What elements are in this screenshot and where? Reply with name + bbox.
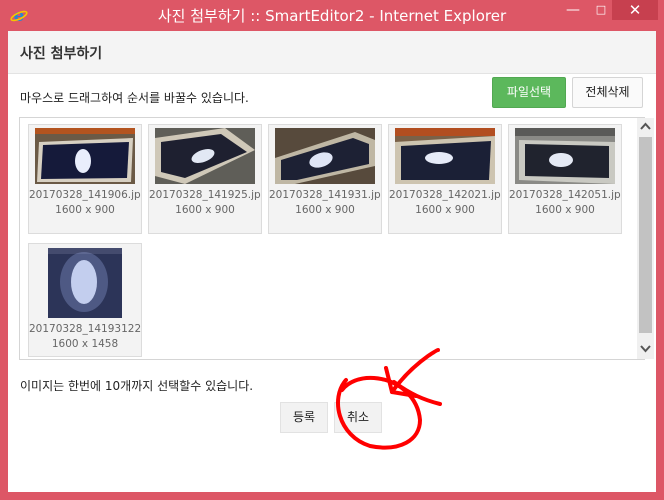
photo-thumbnail[interactable]: 20170328_142051.jpg 1600 x 900 (508, 124, 622, 234)
photo-thumbnail[interactable]: 20170328_141931.jpg 1600 x 900 (268, 124, 382, 234)
photo-filename: 20170328_141925.jpg (149, 189, 261, 201)
photo-dimensions: 1600 x 900 (295, 204, 355, 216)
photo-dimensions: 1600 x 900 (55, 204, 115, 216)
photo-dimensions: 1600 x 900 (535, 204, 595, 216)
photo-grid: 20170328_141906.jpg 1600 x 900 20170328_… (19, 117, 654, 360)
upload-limit-note: 이미지는 한번에 10개까지 선택할수 있습니다. (20, 379, 254, 393)
photo-image (35, 128, 135, 184)
photo-dimensions: 1600 x 1458 (51, 338, 119, 350)
photo-thumbnail[interactable]: 20170328_14193122.jpg 1600 x 1458 (28, 243, 142, 357)
photo-image (515, 128, 615, 184)
photo-image (275, 128, 375, 184)
cancel-button[interactable]: 취소 (334, 402, 382, 433)
photo-filename: 20170328_141906.jpg (29, 189, 141, 201)
photo-thumbnail[interactable]: 20170328_141925.jpg 1600 x 900 (148, 124, 262, 234)
dialog-header: 사진 첨부하기 (8, 31, 656, 74)
maximize-button[interactable]: □ (588, 0, 614, 20)
scrollbar-thumb[interactable] (639, 137, 652, 333)
file-select-button[interactable]: 파일선택 (492, 77, 566, 108)
photo-image (395, 128, 495, 184)
chevron-up-icon[interactable] (637, 118, 654, 135)
photo-image (48, 248, 122, 318)
delete-all-button[interactable]: 전체삭제 (572, 77, 643, 108)
dialog-title: 사진 첨부하기 (20, 46, 103, 62)
photo-dimensions: 1600 x 900 (415, 204, 475, 216)
minimize-button[interactable]: — (560, 0, 586, 20)
photo-thumbnail[interactable]: 20170328_142021.jpg 1600 x 900 (388, 124, 502, 234)
register-button[interactable]: 등록 (280, 402, 328, 433)
chevron-down-icon[interactable] (637, 340, 654, 357)
photo-filename: 20170328_141931.jpg (269, 189, 381, 201)
title-bar: e 사진 첨부하기 :: SmartEditor2 - Internet Exp… (0, 0, 664, 31)
browser-window: e 사진 첨부하기 :: SmartEditor2 - Internet Exp… (0, 0, 664, 500)
photo-filename: 20170328_14193122.jpg (29, 323, 141, 335)
photo-filename: 20170328_142051.jpg (509, 189, 621, 201)
dialog-body: 사진 첨부하기 마우스로 드래그하여 순서를 바꿀수 있습니다. 파일선택 전체… (8, 31, 656, 492)
photo-image (155, 128, 255, 184)
photo-thumbnail[interactable]: 20170328_141906.jpg 1600 x 900 (28, 124, 142, 234)
close-button[interactable]: ✕ (612, 0, 658, 20)
vertical-scrollbar[interactable] (637, 118, 654, 359)
photo-filename: 20170328_142021.jpg (389, 189, 501, 201)
photo-dimensions: 1600 x 900 (175, 204, 235, 216)
drag-instruction: 마우스로 드래그하여 순서를 바꿀수 있습니다. (20, 91, 249, 105)
